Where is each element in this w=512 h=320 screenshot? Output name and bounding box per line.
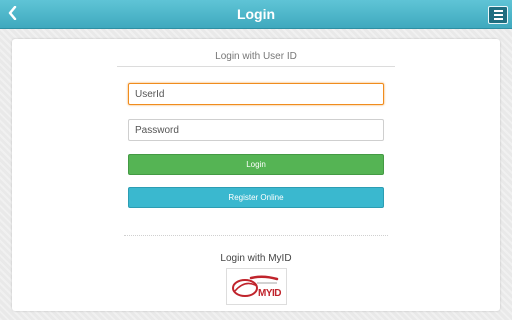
register-button-label: Register Online (228, 193, 284, 202)
userid-input[interactable] (128, 83, 384, 105)
login-card: Login with User ID Login Register Online… (12, 39, 500, 311)
divider (117, 66, 395, 67)
hamburger-menu-icon (493, 10, 503, 12)
register-online-button[interactable]: Register Online (128, 187, 384, 208)
password-input[interactable] (128, 119, 384, 141)
myid-section-title: Login with MyID (220, 253, 292, 264)
top-bar: Login (0, 0, 512, 29)
menu-button[interactable] (488, 6, 508, 24)
login-button-label: Login (246, 160, 266, 169)
myid-logo-button[interactable]: MYID (226, 268, 287, 305)
dotted-divider (124, 235, 388, 236)
login-button[interactable]: Login (128, 154, 384, 175)
page-title: Login (236, 6, 276, 22)
login-section-title: Login with User ID (215, 51, 297, 62)
myid-logo-text: MYID (258, 288, 282, 299)
